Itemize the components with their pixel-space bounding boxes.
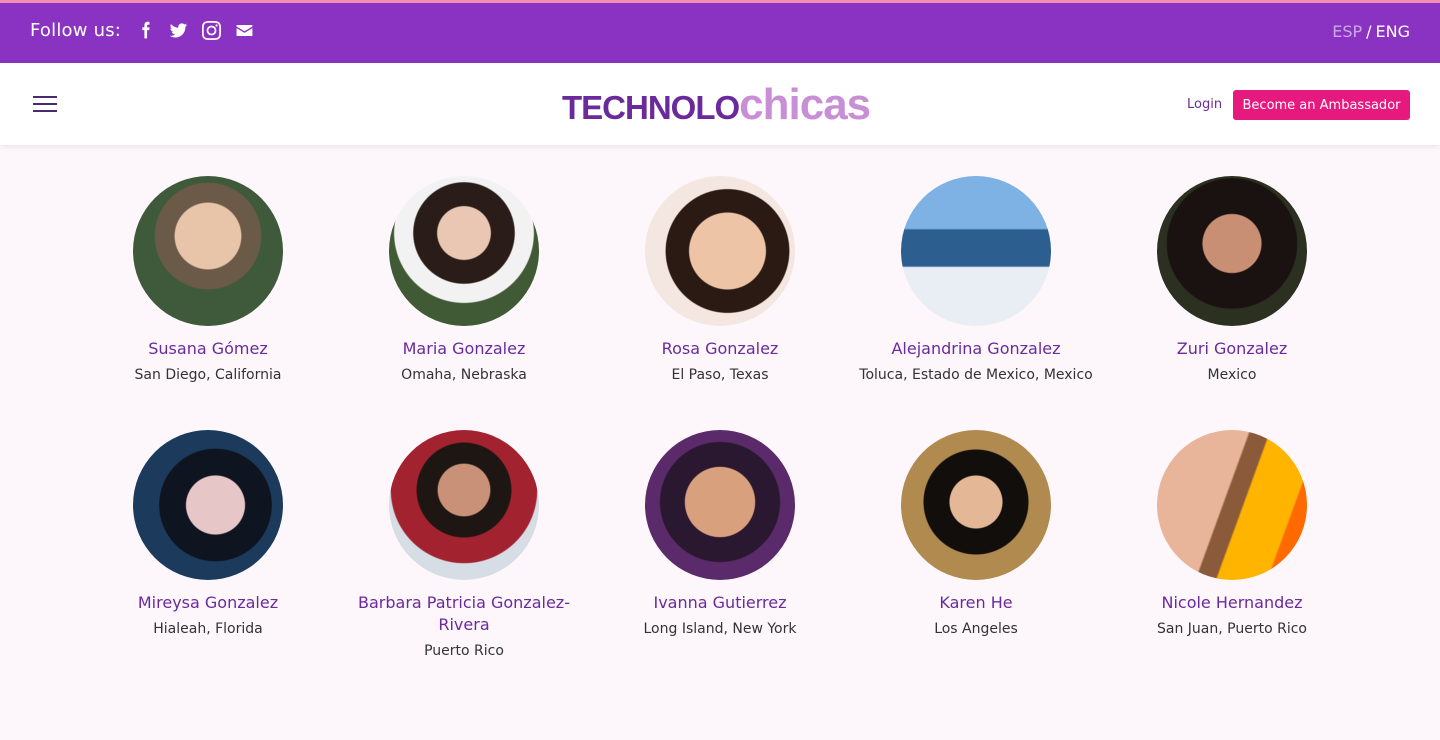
- ambassador-location: El Paso, Texas: [671, 367, 769, 383]
- ambassador-location: Los Angeles: [934, 621, 1018, 637]
- ambassador-location: San Juan, Puerto Rico: [1157, 621, 1307, 637]
- ambassador-name[interactable]: Alejandrina Gonzalez: [856, 338, 1096, 360]
- ambassador-card: Ivanna Gutierrez Long Island, New York: [600, 430, 840, 638]
- ambassador-card: Zuri Gonzalez Mexico: [1112, 176, 1352, 384]
- mail-icon[interactable]: [234, 20, 255, 41]
- ambassador-name[interactable]: Maria Gonzalez: [344, 338, 584, 360]
- avatar[interactable]: [901, 430, 1051, 580]
- avatar[interactable]: [133, 430, 283, 580]
- language-switcher: ESP / ENG: [1332, 22, 1410, 41]
- ambassador-location: San Diego, California: [134, 367, 282, 383]
- avatar[interactable]: [1157, 176, 1307, 326]
- avatar[interactable]: [645, 176, 795, 326]
- ambassador-location: Omaha, Nebraska: [401, 367, 527, 383]
- site-logo[interactable]: TECHNOLO chicas: [562, 80, 871, 129]
- ambassador-card: Barbara Patricia Gonzalez-Rivera Puerto …: [344, 430, 584, 660]
- ambassador-location: Long Island, New York: [643, 621, 797, 637]
- login-link[interactable]: Login: [1187, 97, 1222, 112]
- ambassador-name[interactable]: Barbara Patricia Gonzalez-Rivera: [344, 592, 584, 636]
- ambassador-card: Mireysa Gonzalez Hialeah, Florida: [88, 430, 328, 638]
- follow-label: Follow us:: [30, 20, 122, 41]
- facebook-icon[interactable]: [135, 20, 156, 41]
- avatar[interactable]: [645, 430, 795, 580]
- lang-separator: /: [1366, 22, 1372, 41]
- become-ambassador-button[interactable]: Become an Ambassador: [1233, 90, 1410, 120]
- ambassador-name[interactable]: Mireysa Gonzalez: [88, 592, 328, 614]
- ambassador-location: Mexico: [1207, 367, 1257, 383]
- site-header: TECHNOLO chicas Login Become an Ambassado…: [0, 63, 1440, 145]
- ambassador-location: Puerto Rico: [424, 643, 504, 659]
- ambassador-card: Maria Gonzalez Omaha, Nebraska: [344, 176, 584, 384]
- avatar[interactable]: [901, 176, 1051, 326]
- avatar[interactable]: [133, 176, 283, 326]
- menu-icon[interactable]: [33, 96, 57, 112]
- ambassador-card: Nicole Hernandez San Juan, Puerto Rico: [1112, 430, 1352, 638]
- top-bar: Follow us: ESP / ENG: [0, 0, 1440, 63]
- twitter-icon[interactable]: [168, 20, 189, 41]
- logo-text-technolo: TECHNOLO: [562, 89, 740, 126]
- follow-us: Follow us:: [30, 20, 255, 41]
- avatar[interactable]: [389, 176, 539, 326]
- ambassador-card: Susana Gómez San Diego, California: [88, 176, 328, 384]
- ambassador-location: Hialeah, Florida: [153, 621, 263, 637]
- ambassador-name[interactable]: Susana Gómez: [88, 338, 328, 360]
- ambassador-name[interactable]: Rosa Gonzalez: [600, 338, 840, 360]
- ambassador-name[interactable]: Zuri Gonzalez: [1112, 338, 1352, 360]
- ambassador-name[interactable]: Nicole Hernandez: [1112, 592, 1352, 614]
- lang-eng-link[interactable]: ENG: [1376, 22, 1410, 41]
- ambassador-name[interactable]: Ivanna Gutierrez: [600, 592, 840, 614]
- instagram-icon[interactable]: [201, 20, 222, 41]
- ambassador-card: Rosa Gonzalez El Paso, Texas: [600, 176, 840, 384]
- avatar[interactable]: [389, 430, 539, 580]
- social-links: [135, 20, 255, 41]
- ambassador-card: Karen He Los Angeles: [856, 430, 1096, 638]
- ambassador-card: Alejandrina Gonzalez Toluca, Estado de M…: [856, 176, 1096, 384]
- logo-text-chicas: chicas: [739, 80, 871, 129]
- lang-esp-link[interactable]: ESP: [1332, 22, 1362, 41]
- ambassador-location: Toluca, Estado de Mexico, Mexico: [859, 367, 1093, 383]
- avatar[interactable]: [1157, 430, 1307, 580]
- ambassador-name[interactable]: Karen He: [856, 592, 1096, 614]
